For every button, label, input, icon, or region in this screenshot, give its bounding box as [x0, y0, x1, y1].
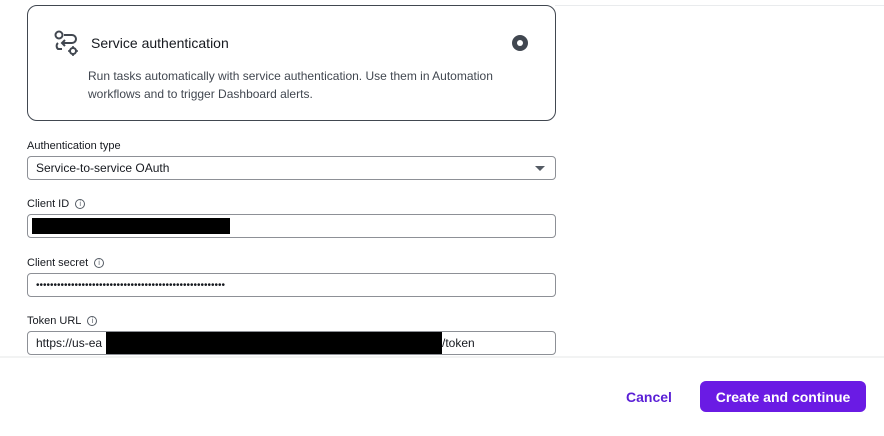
auth-type-label-text: Authentication type: [27, 140, 121, 152]
service-auth-icon: [54, 30, 78, 56]
client-id-label-text: Client ID: [27, 198, 70, 210]
token-url-label-text: Token URL: [27, 315, 82, 327]
card-title: Service authentication: [91, 35, 229, 51]
token-url-suffix: /token: [442, 336, 475, 350]
auth-type-select[interactable]: Service-to-service OAuth: [27, 156, 556, 180]
info-icon[interactable]: i: [75, 199, 86, 209]
radio-dot: [517, 40, 523, 46]
auth-type-label: Authentication type: [27, 140, 121, 152]
redaction-block: [32, 218, 230, 234]
client-secret-input[interactable]: ••••••••••••••••••••••••••••••••••••••••…: [27, 273, 556, 297]
footer-divider: [0, 356, 884, 358]
info-icon[interactable]: i: [94, 258, 105, 268]
caret-down-icon: [535, 166, 545, 171]
redaction-block: [106, 332, 442, 354]
service-auth-card[interactable]: Service authentication Run tasks automat…: [27, 5, 556, 121]
client-id-input[interactable]: [27, 214, 556, 238]
token-url-input[interactable]: https://us-ea /token: [27, 331, 556, 355]
create-and-continue-button[interactable]: Create and continue: [700, 381, 866, 412]
info-icon[interactable]: i: [87, 316, 98, 326]
top-divider: [555, 5, 884, 6]
client-secret-label-text: Client secret: [27, 257, 89, 269]
client-id-label: Client ID i: [27, 198, 86, 210]
auth-type-value: Service-to-service OAuth: [36, 161, 170, 175]
client-secret-value: ••••••••••••••••••••••••••••••••••••••••…: [36, 279, 226, 291]
cancel-button[interactable]: Cancel: [626, 389, 672, 405]
token-url-label: Token URL i: [27, 315, 98, 327]
card-description: Run tasks automatically with service aut…: [88, 69, 493, 101]
client-secret-label: Client secret i: [27, 257, 105, 269]
card-radio-selected[interactable]: [512, 35, 528, 51]
token-url-prefix: https://us-ea: [36, 336, 103, 350]
